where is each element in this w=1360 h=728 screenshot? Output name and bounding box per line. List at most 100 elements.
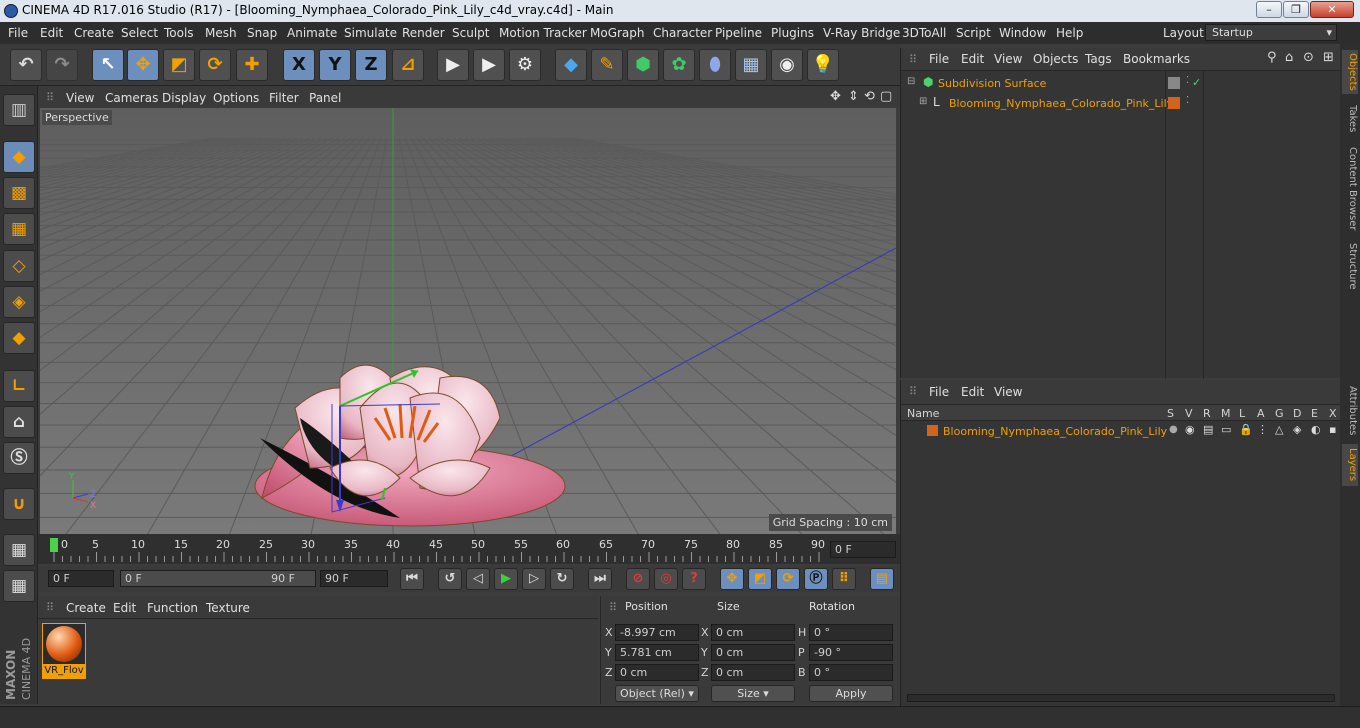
viewport-maximize-icon[interactable]: ▢	[880, 89, 892, 104]
deformers-icon[interactable]: ◈	[1293, 423, 1301, 436]
home-icon[interactable]: ⌂	[1285, 50, 1293, 65]
cloner-button[interactable]: ✿	[663, 49, 695, 81]
viewport-menu-panel[interactable]: Panel	[309, 91, 341, 105]
layer-name[interactable]: Blooming_Nymphaea_Colorado_Pink_Lily	[943, 425, 1167, 438]
menu-motion-tracker[interactable]: Motion Tracker	[499, 26, 587, 40]
menu-mograph[interactable]: MoGraph	[590, 26, 645, 40]
position-x-field[interactable]: -8.997 cm	[615, 624, 699, 641]
eye-icon[interactable]: ◉	[1185, 423, 1195, 436]
previous-frame-button[interactable]: ◁	[466, 568, 490, 590]
undo-button[interactable]: ↶	[10, 49, 42, 81]
object-row[interactable]: ⊞ L Blooming_Nymphaea_Colorado_Pink_Lily…	[901, 93, 1341, 113]
record-scale-button[interactable]: ◩	[748, 568, 772, 590]
close-button[interactable]: ✕	[1310, 1, 1354, 18]
texture-mode-button[interactable]: ▩	[3, 177, 35, 209]
render-to-picture-viewer-button[interactable]: ▶	[473, 49, 505, 81]
expand-icon[interactable]: ⊞	[919, 96, 927, 107]
timeline-window-button[interactable]: ▤	[870, 568, 894, 590]
apply-button[interactable]: Apply	[809, 685, 893, 702]
workplane-button[interactable]: ▦	[3, 534, 35, 566]
size-y-field[interactable]: 0 cm	[711, 644, 795, 661]
light-button[interactable]: 💡	[807, 49, 839, 81]
snap-button[interactable]: ∪	[3, 488, 35, 520]
record-parameter-button[interactable]: Ⓟ	[804, 568, 828, 590]
menu-character[interactable]: Character	[653, 26, 712, 40]
check-icon[interactable]: ✓	[1192, 76, 1201, 89]
locked-workplane-button[interactable]: ▦	[3, 570, 35, 602]
menu-tools[interactable]: Tools	[164, 26, 194, 40]
objects-menu-file[interactable]: File	[929, 52, 949, 66]
viewport-menu-view[interactable]: View	[66, 91, 94, 105]
subdivision-button[interactable]: ⬢	[627, 49, 659, 81]
position-y-field[interactable]: 5.781 cm	[615, 644, 699, 661]
menu-window[interactable]: Window	[999, 26, 1046, 40]
menu-create[interactable]: Create	[74, 26, 114, 40]
solo-button[interactable]: Ⓢ	[3, 442, 35, 474]
viewport-menu-display[interactable]: Display	[162, 91, 206, 105]
rotation-b-field[interactable]: 0 °	[809, 664, 893, 681]
tab-content-browser[interactable]: Content Browser	[1342, 144, 1358, 234]
viewport-rotate-icon[interactable]: ⟲	[864, 89, 875, 104]
rotate-tool-button[interactable]: ⟳	[199, 49, 231, 81]
previous-key-button[interactable]: ↺	[438, 568, 462, 590]
recent-tool-button[interactable]: ✚	[236, 49, 268, 81]
axis-mode-button[interactable]: ∟	[3, 370, 35, 402]
record-rotation-button[interactable]: ⟳	[776, 568, 800, 590]
menu-file[interactable]: File	[8, 26, 28, 40]
menu-plugins[interactable]: Plugins	[771, 26, 814, 40]
material-thumbnail[interactable]: VR_Flov	[42, 623, 86, 679]
viewport-zoom-icon[interactable]: ⇕	[848, 89, 859, 104]
next-key-button[interactable]: ↻	[550, 568, 574, 590]
floor-button[interactable]: ▦	[735, 49, 767, 81]
position-z-field[interactable]: 0 cm	[615, 664, 699, 681]
visibility-dots-icon[interactable]: ⁚	[1186, 95, 1189, 106]
scale-tool-button[interactable]: ◩	[163, 49, 195, 81]
make-editable-button[interactable]: ▥	[3, 94, 35, 126]
expressions-icon[interactable]: ◐	[1311, 423, 1321, 436]
objects-menu-bookmarks[interactable]: Bookmarks	[1123, 52, 1190, 66]
move-tool-button[interactable]: ✥	[127, 49, 159, 81]
y-axis-lock-button[interactable]: Y	[319, 49, 351, 81]
menu-script[interactable]: Script	[956, 26, 991, 40]
timeline-playhead[interactable]	[50, 538, 58, 552]
x-axis-lock-button[interactable]: X	[283, 49, 315, 81]
search-icon[interactable]: ⚲	[1267, 50, 1277, 65]
tab-attributes[interactable]: Attributes	[1342, 384, 1358, 438]
menu-render[interactable]: Render	[402, 26, 445, 40]
object-row[interactable]: ⊟ ⬢ Subdivision Surface ⁚ ✓	[901, 73, 1341, 93]
viewport-menu-options[interactable]: Options	[213, 91, 259, 105]
size-z-field[interactable]: 0 cm	[711, 664, 795, 681]
menu-pipeline[interactable]: Pipeline	[715, 26, 762, 40]
xref-icon[interactable]: ▪	[1329, 423, 1336, 436]
menu-animate[interactable]: Animate	[287, 26, 337, 40]
edges-mode-button[interactable]: ◈	[3, 286, 35, 318]
pen-spline-button[interactable]: ✎	[591, 49, 623, 81]
object-name[interactable]: Subdivision Surface	[938, 77, 1046, 90]
record-position-button[interactable]: ✥	[720, 568, 744, 590]
layer-row[interactable]: Blooming_Nymphaea_Colorado_Pink_Lily ● ◉…	[901, 422, 1341, 440]
workplane-mode-button[interactable]: ▦	[3, 213, 35, 245]
current-frame-field[interactable]: 0 F	[830, 541, 896, 558]
new-panel-icon[interactable]: ⊞	[1323, 50, 1334, 65]
autokeying-button[interactable]: ◎	[654, 568, 678, 590]
layout-dropdown[interactable]: Startup ▾	[1205, 24, 1337, 41]
render-view-button[interactable]: ▶	[437, 49, 469, 81]
collapse-icon[interactable]: ⊟	[907, 76, 915, 87]
material-menu-function[interactable]: Function	[147, 601, 198, 615]
visibility-dots-icon[interactable]: ⁚	[1186, 75, 1189, 86]
generators-icon[interactable]: △	[1275, 423, 1283, 436]
viewport-menu-filter[interactable]: Filter	[269, 91, 299, 105]
camera-button[interactable]: ◉	[771, 49, 803, 81]
coordinate-system-button[interactable]: ⊿	[392, 49, 424, 81]
menu-vray-bridge[interactable]: V-Ray Bridge	[823, 26, 900, 40]
tab-layers[interactable]: Layers	[1342, 444, 1358, 486]
tab-structure[interactable]: Structure	[1342, 240, 1358, 292]
viewport-move-icon[interactable]: ✥	[830, 89, 841, 104]
menu-select[interactable]: Select	[121, 26, 158, 40]
start-frame-field[interactable]: 0 F	[48, 570, 114, 587]
lock-icon[interactable]: 🔒	[1239, 423, 1253, 436]
menu-mesh[interactable]: Mesh	[205, 26, 237, 40]
menu-snap[interactable]: Snap	[247, 26, 277, 40]
redo-button[interactable]: ↷	[46, 49, 78, 81]
solo-dot-icon[interactable]: ●	[1169, 424, 1178, 435]
